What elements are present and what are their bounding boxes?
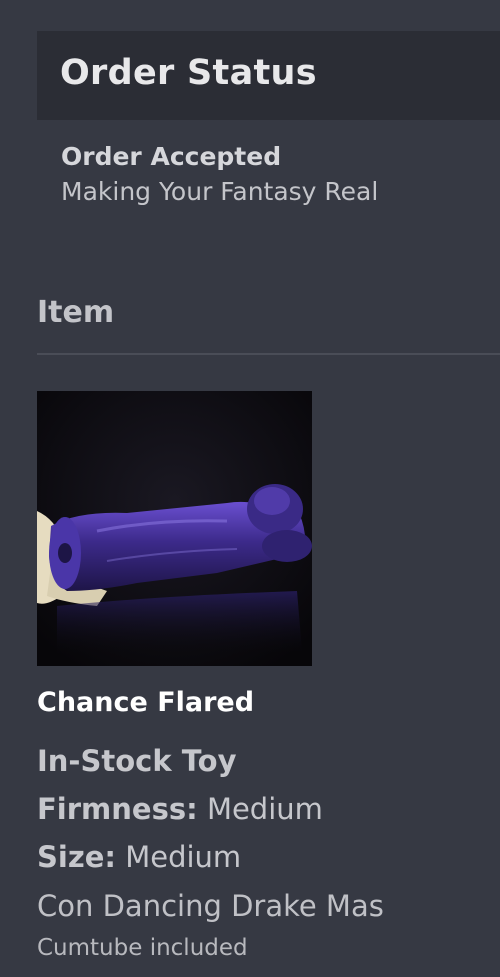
order-status-title: Order Status [60,53,317,93]
color-option: Con Dancing Drake Mas [37,889,384,923]
section-divider [37,353,500,355]
order-status-header: Order Status [37,31,500,120]
size-row: Size: Medium [37,840,241,874]
order-status-value: Order Accepted [61,142,282,171]
product-name[interactable]: Chance Flared [37,687,254,718]
product-image[interactable] [37,391,312,666]
order-status-message: Making Your Fantasy Real [61,177,379,206]
item-type: In-Stock Toy [37,744,237,778]
firmness-row: Firmness: Medium [37,792,323,826]
size-label: Size: [37,840,116,874]
product-photo-illustration [37,391,312,666]
firmness-label: Firmness: [37,792,198,826]
size-value: Medium [125,840,242,874]
firmness-value: Medium [206,792,323,826]
item-section-heading: Item [37,295,115,330]
extra-option: Cumtube included [37,935,248,961]
